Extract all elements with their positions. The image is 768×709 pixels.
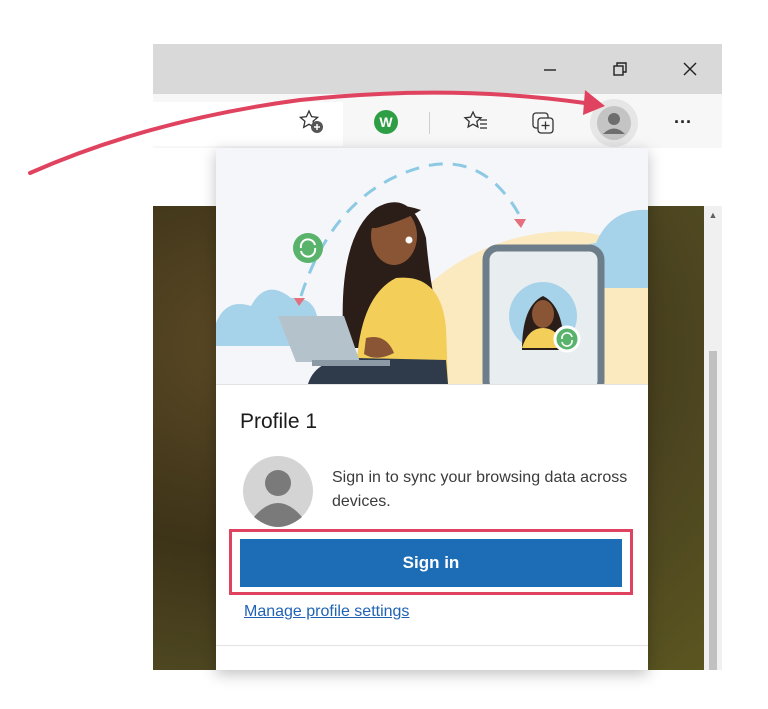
svg-text:W: W: [379, 114, 393, 130]
profile-avatar: [242, 455, 314, 527]
profile-avatar-icon: [597, 106, 631, 140]
person-icon: [243, 456, 313, 527]
add-favorite-icon: [298, 109, 323, 133]
restore-button[interactable]: [585, 44, 655, 94]
close-icon: [683, 62, 697, 76]
restore-icon: [613, 62, 627, 76]
sync-message: Sign in to sync your browsing data acros…: [332, 469, 628, 510]
sign-in-button[interactable]: Sign in: [240, 539, 622, 587]
more-button[interactable]: ···: [665, 104, 701, 140]
page-scrollbar[interactable]: ▲: [704, 206, 722, 670]
collections-button[interactable]: [525, 104, 561, 140]
profile-flyout: Profile 1 Sign in to sync your browsing …: [216, 148, 648, 670]
favorites-icon: [463, 110, 487, 129]
extension-button[interactable]: W: [368, 104, 404, 140]
flyout-bottom-divider: [216, 645, 648, 646]
collections-icon: [532, 112, 554, 134]
manage-profile-settings-link[interactable]: Manage profile settings: [244, 603, 409, 621]
scroll-thumb[interactable]: [709, 351, 717, 670]
sync-illustration-art: [216, 148, 648, 384]
profile-button[interactable]: [590, 99, 638, 147]
extension-icon: W: [374, 110, 398, 134]
add-favorite-button[interactable]: [294, 104, 330, 140]
minimize-button[interactable]: [515, 44, 585, 94]
more-icon: ···: [674, 111, 692, 132]
close-button[interactable]: [655, 44, 725, 94]
flyout-divider: [216, 384, 648, 385]
toolbar-separator: [429, 112, 430, 134]
browser-title-bar: [153, 44, 722, 94]
sync-illustration: [216, 148, 648, 384]
minimize-icon: [544, 69, 556, 71]
profile-name: Profile 1: [240, 410, 318, 433]
scroll-up-arrow-icon[interactable]: ▲: [704, 210, 722, 224]
favorites-button[interactable]: [458, 104, 494, 140]
browser-toolbar: W ···: [153, 94, 722, 148]
